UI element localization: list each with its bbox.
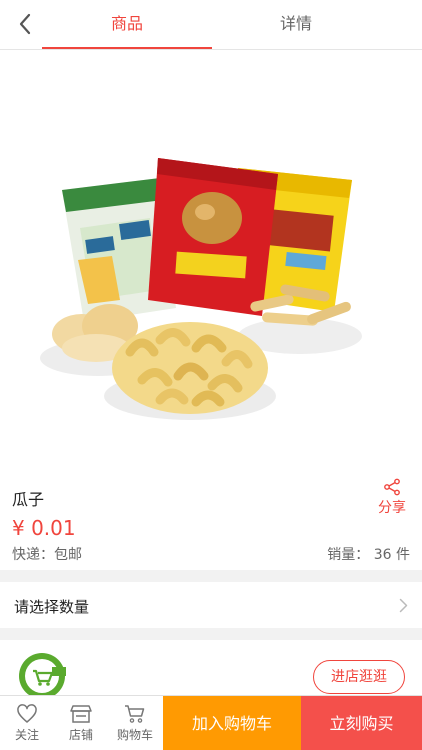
chevron-right-icon [399,598,408,613]
select-quantity-label: 请选择数量 [14,598,90,616]
enter-shop-button[interactable]: 进店逛逛 [313,660,405,694]
cart-icon [125,705,145,723]
bottom-action-bar: 关注 店铺 购物车 加入购物车 立刻购买 [0,695,422,750]
top-nav-bar: 商品 详情 [0,0,422,50]
snack-bag-red [148,158,278,316]
follow-button[interactable]: 关注 [0,696,54,750]
store-button[interactable]: 店铺 [54,696,108,750]
select-quantity-row[interactable]: 请选择数量 [0,582,422,628]
cart-label: 购物车 [116,728,153,742]
tab-detail-label: 详情 [279,14,312,33]
cart-button[interactable]: 购物车 [108,696,162,750]
product-photo [0,50,422,458]
product-price: ¥ 0.01 [12,516,76,540]
product-info-card: 瓜子 分享 ¥ 0.01 快递：包邮 销量： 36 件 [0,458,422,570]
store-icon [70,705,92,723]
add-to-cart-button[interactable]: 加入购物车 [163,696,301,750]
heart-icon [17,704,37,723]
buy-now-button[interactable]: 立刻购买 [301,696,422,750]
sales-count: 销量： 36 件 [327,547,410,563]
back-icon [19,13,31,35]
tab-goods-label: 商品 [110,14,143,33]
product-title: 瓜子 [12,490,45,509]
shop-row: 进店逛逛 [0,640,422,700]
active-tab-underline [42,47,212,49]
product-image [0,50,422,458]
share-label: 分享 [378,500,406,516]
shipping-info: 快递：包邮 [12,547,82,563]
share-button[interactable]: 分享 [376,478,408,517]
follow-label: 关注 [14,728,39,742]
store-label: 店铺 [68,728,93,742]
share-icon [384,478,400,496]
back-button[interactable] [10,9,40,39]
shop-logo-icon[interactable] [18,652,66,700]
tab-detail[interactable]: 详情 [211,0,381,50]
tab-goods[interactable]: 商品 [42,0,212,50]
